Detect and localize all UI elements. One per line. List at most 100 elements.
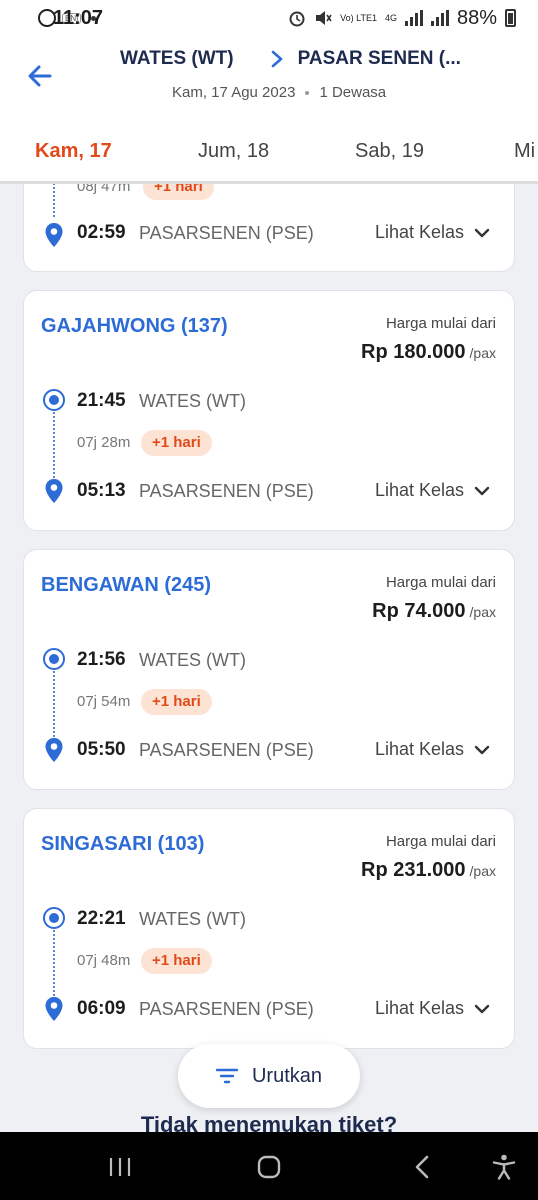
view-class-button[interactable]: Lihat Kelas (375, 222, 490, 243)
train-card-singasari[interactable]: SINGASARI (103) Harga mulai dari Rp 231.… (23, 808, 515, 1049)
signal-icon (404, 10, 423, 26)
location-pin-icon (45, 997, 63, 1021)
price-label: Harga mulai dari (385, 833, 496, 850)
price-unit: /pax (469, 345, 496, 361)
view-class-button[interactable]: Lihat Kelas (375, 739, 490, 760)
route-line (53, 184, 55, 217)
view-class-label: Lihat Kelas (374, 998, 464, 1018)
route-title: WATES (WT) PASAR SENEN (... (120, 48, 480, 70)
tab-date-19[interactable]: Sab, 19 (355, 140, 424, 163)
train-card-gajahwong[interactable]: GAJAHWONG (137) Harga mulai dari Rp 180.… (23, 290, 515, 531)
battery-icon (505, 9, 516, 27)
arrival-time: 02:59 (77, 222, 126, 243)
back-button[interactable] (22, 58, 58, 94)
tab-date-18[interactable]: Jum, 18 (198, 140, 269, 163)
trip-info: Kam, 17 Agu 2023 1 Dewasa (172, 84, 386, 101)
chevron-right-icon (271, 50, 282, 68)
arrival-station: PASARSENEN (PSE) (139, 740, 314, 760)
route-line (53, 671, 55, 745)
price: Rp 74.000/pax (372, 600, 496, 623)
arrow-left-icon (28, 65, 52, 87)
home-icon (257, 1155, 281, 1179)
origin-station: WATES (WT) (120, 48, 234, 69)
route-line (53, 412, 55, 486)
origin-dot-icon (43, 648, 65, 670)
separator-dot (305, 90, 310, 95)
arrival-station: PASARSENEN (PSE) (139, 999, 314, 1019)
train-card-bengawan[interactable]: BENGAWAN (245) Harga mulai dari Rp 74.00… (23, 549, 515, 790)
price: Rp 231.000/pax (361, 859, 496, 882)
next-day-badge: +1 hari (141, 430, 212, 456)
location-pin-icon (45, 738, 63, 762)
sort-label: Urutkan (251, 1064, 323, 1087)
signal-2-icon (430, 10, 449, 26)
network-type-label: 4G (384, 12, 397, 23)
departure-time: 21:56 (77, 649, 126, 670)
next-day-badge: +1 hari (141, 689, 212, 715)
view-class-label: Lihat Kelas (374, 480, 464, 500)
arrival-time: 05:50 (77, 739, 126, 760)
view-class-label: Lihat Kelas (374, 222, 464, 242)
accessibility-icon (492, 1154, 516, 1180)
battery-percent: 88% (456, 6, 497, 29)
chevron-down-icon (474, 1004, 490, 1013)
train-name: SINGASARI (103) (41, 833, 205, 855)
back-nav-button[interactable] (402, 1152, 442, 1182)
next-day-badge: +1 hari (141, 948, 212, 974)
price-unit: /pax (469, 604, 496, 620)
price: Rp 180.000/pax (361, 341, 496, 364)
next-day-badge: +1 hari (143, 184, 214, 200)
departure-station: WATES (WT) (139, 391, 246, 411)
chevron-down-icon (474, 228, 490, 237)
tab-date-20[interactable]: Mi (514, 140, 535, 163)
travel-date: Kam, 17 Agu 2023 (172, 84, 296, 101)
tab-date-17[interactable]: Kam, 17 (35, 140, 112, 163)
passenger-count: 1 Dewasa (319, 84, 387, 101)
home-button[interactable] (249, 1152, 289, 1182)
departure-time: 21:45 (77, 390, 126, 411)
alarm-icon (289, 11, 305, 27)
location-pin-icon (45, 223, 63, 247)
mute-icon (316, 11, 332, 25)
back-nav-icon (415, 1155, 429, 1179)
origin-dot-icon (43, 907, 65, 929)
trip-duration: 07j 28m (77, 434, 131, 451)
header: WATES (WT) PASAR SENEN (... Kam, 17 Agu … (0, 36, 538, 120)
chevron-down-icon (474, 745, 490, 754)
view-class-button[interactable]: Lihat Kelas (375, 998, 490, 1019)
trip-duration: 07j 48m (77, 952, 131, 969)
arrival-station: PASARSENEN (PSE) (139, 481, 314, 501)
price-amount: Rp 231.000 (361, 859, 466, 881)
clock: 11:07 (53, 6, 104, 29)
train-list: 08j 47m +1 hari 02:59 PASARSENEN (PSE) L… (0, 184, 538, 1132)
status-bar: 11:07 BNI Vo) LTE1 4G 88% (0, 0, 538, 36)
destination-station: PASAR SENEN (... (297, 48, 461, 69)
date-tabs: Kam, 17 Jum, 18 Sab, 19 Mi (0, 120, 538, 184)
price-amount: Rp 74.000 (372, 600, 466, 622)
train-name: BENGAWAN (245) (41, 574, 212, 596)
train-card-partial[interactable]: 08j 47m +1 hari 02:59 PASARSENEN (PSE) L… (23, 184, 515, 272)
route-line (53, 930, 55, 1004)
price-unit: /pax (469, 863, 496, 879)
view-class-label: Lihat Kelas (374, 739, 464, 759)
chevron-down-icon (474, 486, 490, 495)
volte-label: Vo) LTE1 (340, 12, 377, 23)
origin-dot-icon (43, 389, 65, 411)
recent-apps-icon (109, 1158, 131, 1176)
trip-duration: 08j 47m (77, 184, 131, 195)
view-class-button[interactable]: Lihat Kelas (375, 480, 490, 501)
recent-apps-button[interactable] (100, 1152, 140, 1182)
system-nav-bar (0, 1132, 538, 1200)
price-amount: Rp 180.000 (361, 341, 466, 363)
arrival-time: 05:13 (77, 480, 126, 501)
departure-station: WATES (WT) (139, 650, 246, 670)
sort-icon (215, 1068, 238, 1084)
accessibility-button[interactable] (484, 1152, 524, 1182)
departure-station: WATES (WT) (139, 909, 246, 929)
price-label: Harga mulai dari (385, 315, 496, 332)
trip-duration: 07j 54m (77, 693, 131, 710)
departure-time: 22:21 (77, 908, 126, 929)
arrival-time: 06:09 (77, 998, 126, 1019)
sort-button[interactable]: Urutkan (178, 1044, 360, 1108)
arrival-station: PASARSENEN (PSE) (139, 223, 314, 243)
